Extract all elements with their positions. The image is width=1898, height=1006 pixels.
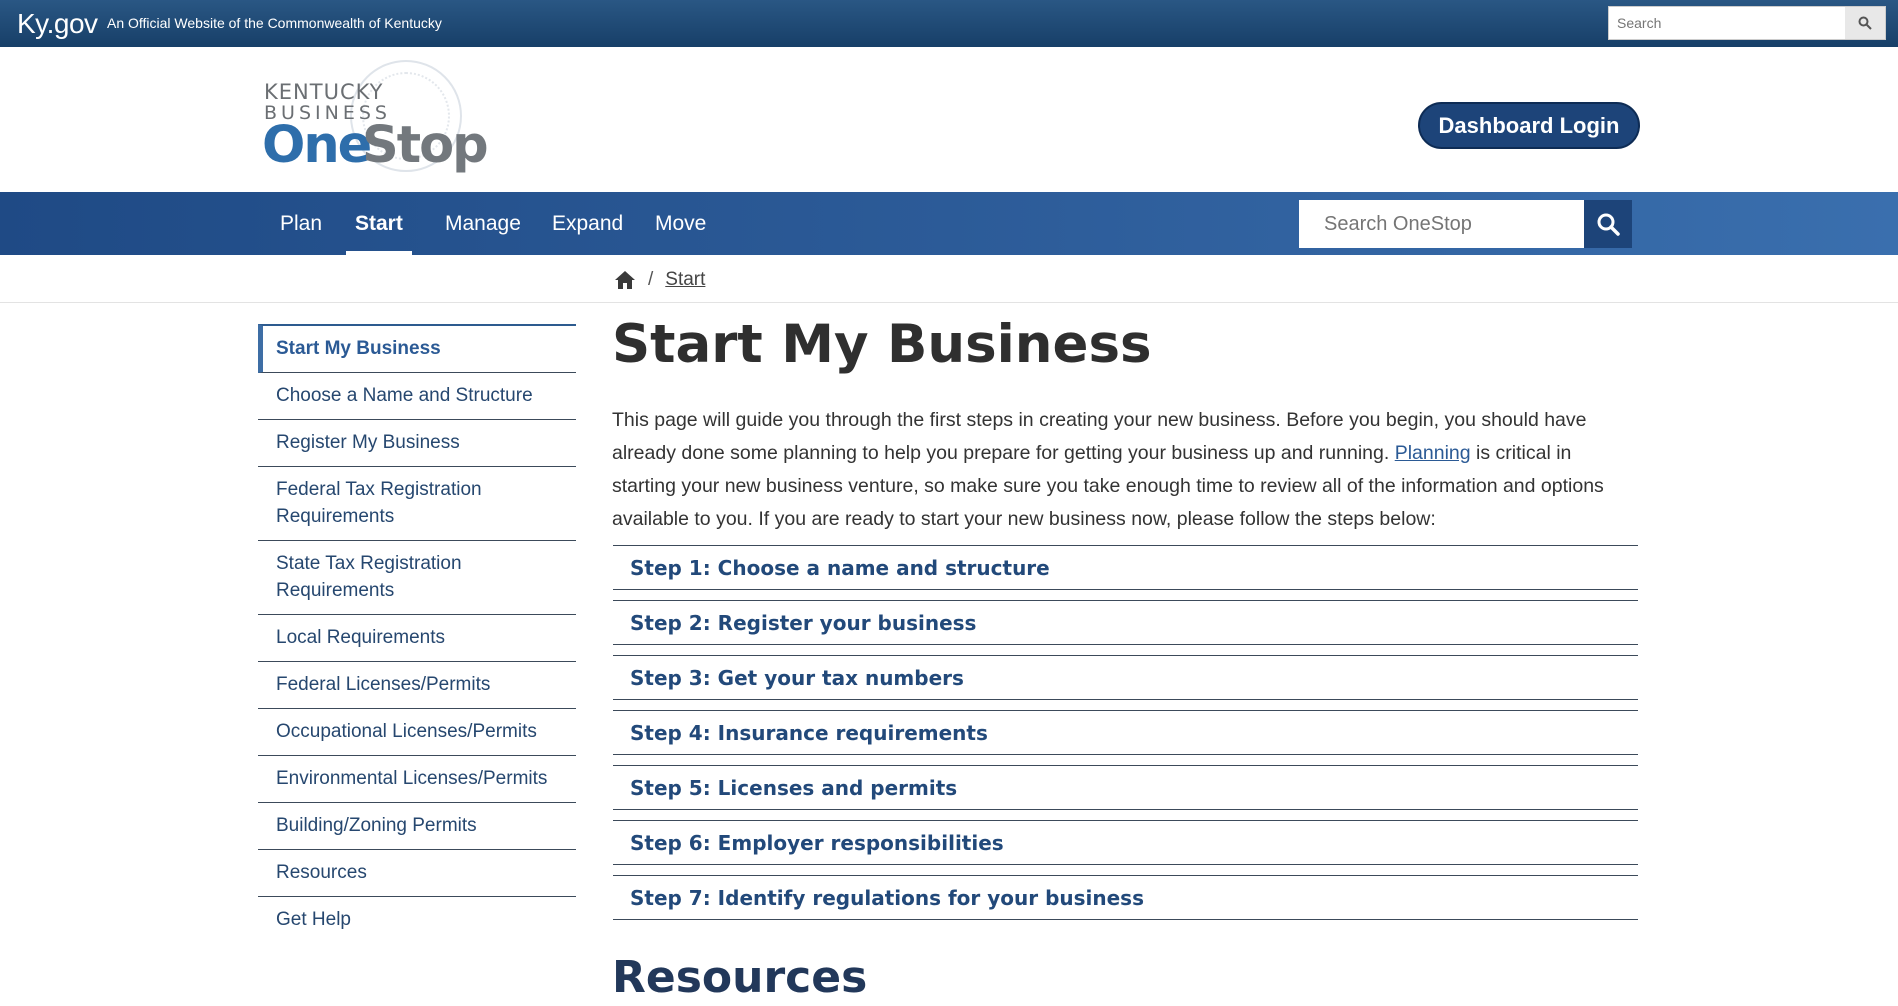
sidebar-item-state-tax[interactable]: State Tax Registration Requirements bbox=[258, 541, 576, 615]
breadcrumb-separator: / bbox=[648, 269, 654, 290]
resources-heading: Resources bbox=[612, 952, 868, 1003]
step-3-accordion[interactable]: Step 3: Get your tax numbers bbox=[613, 655, 1638, 700]
step-7-accordion[interactable]: Step 7: Identify regulations for your bu… bbox=[613, 875, 1638, 920]
sidebar-item-local[interactable]: Local Requirements bbox=[258, 615, 576, 662]
kygov-bar: Ky.gov An Official Website of the Common… bbox=[0, 0, 1898, 47]
steps-accordion: Step 1: Choose a name and structure Step… bbox=[613, 545, 1638, 930]
intro-paragraph: This page will guide you through the fir… bbox=[612, 404, 1638, 536]
onestop-logo[interactable]: KENTUCKY BUSINESS One Stop bbox=[262, 60, 489, 180]
logo-kentucky: KENTUCKY bbox=[264, 80, 384, 104]
nav-plan[interactable]: Plan bbox=[280, 192, 322, 255]
breadcrumb-start-link[interactable]: Start bbox=[665, 269, 705, 291]
kygov-search-input[interactable] bbox=[1609, 7, 1845, 39]
step-5-accordion[interactable]: Step 5: Licenses and permits bbox=[613, 765, 1638, 810]
page-title: Start My Business bbox=[612, 314, 1152, 375]
search-icon bbox=[1597, 213, 1620, 236]
sidebar-item-environmental[interactable]: Environmental Licenses/Permits bbox=[258, 756, 576, 803]
onestop-search-button[interactable] bbox=[1584, 200, 1632, 248]
logo-stop: Stop bbox=[362, 116, 489, 175]
kygov-tagline: An Official Website of the Commonwealth … bbox=[107, 15, 442, 31]
kygov-logo[interactable]: Ky.gov bbox=[17, 8, 98, 40]
logo-one: One bbox=[262, 116, 372, 175]
kygov-search-button[interactable] bbox=[1845, 7, 1885, 39]
breadcrumb-divider bbox=[0, 302, 1898, 303]
planning-link[interactable]: Planning bbox=[1395, 442, 1471, 464]
sidebar-item-federal-licenses[interactable]: Federal Licenses/Permits bbox=[258, 662, 576, 709]
main-nav: Plan Start Manage Expand Move bbox=[0, 192, 1898, 255]
sidebar-item-choose-name[interactable]: Choose a Name and Structure bbox=[258, 373, 576, 420]
onestop-search bbox=[1299, 200, 1632, 248]
main-content: Start My Business This page will guide y… bbox=[612, 310, 1638, 536]
kygov-search bbox=[1608, 6, 1886, 40]
sidebar-item-occupational[interactable]: Occupational Licenses/Permits bbox=[258, 709, 576, 756]
sidebar-item-get-help[interactable]: Get Help bbox=[258, 897, 576, 943]
step-2-accordion[interactable]: Step 2: Register your business bbox=[613, 600, 1638, 645]
nav-manage[interactable]: Manage bbox=[445, 192, 521, 255]
sidebar-item-federal-tax[interactable]: Federal Tax Registration Requirements bbox=[258, 467, 576, 541]
search-icon bbox=[1858, 16, 1872, 30]
step-6-accordion[interactable]: Step 6: Employer responsibilities bbox=[613, 820, 1638, 865]
sidebar-item-building-zoning[interactable]: Building/Zoning Permits bbox=[258, 803, 576, 850]
nav-start[interactable]: Start bbox=[346, 192, 412, 255]
nav-move[interactable]: Move bbox=[655, 192, 706, 255]
sidebar-item-resources[interactable]: Resources bbox=[258, 850, 576, 897]
breadcrumb: / Start bbox=[614, 266, 705, 294]
sidebar-item-start-my-business[interactable]: Start My Business bbox=[258, 324, 576, 373]
sidebar-item-register[interactable]: Register My Business bbox=[258, 420, 576, 467]
home-icon[interactable] bbox=[614, 270, 636, 290]
dashboard-login-button[interactable]: Dashboard Login bbox=[1418, 102, 1640, 149]
onestop-search-input[interactable] bbox=[1299, 200, 1632, 248]
step-1-accordion[interactable]: Step 1: Choose a name and structure bbox=[613, 545, 1638, 590]
step-4-accordion[interactable]: Step 4: Insurance requirements bbox=[613, 710, 1638, 755]
nav-expand[interactable]: Expand bbox=[552, 192, 623, 255]
sidebar-nav: Start My Business Choose a Name and Stru… bbox=[258, 324, 576, 943]
